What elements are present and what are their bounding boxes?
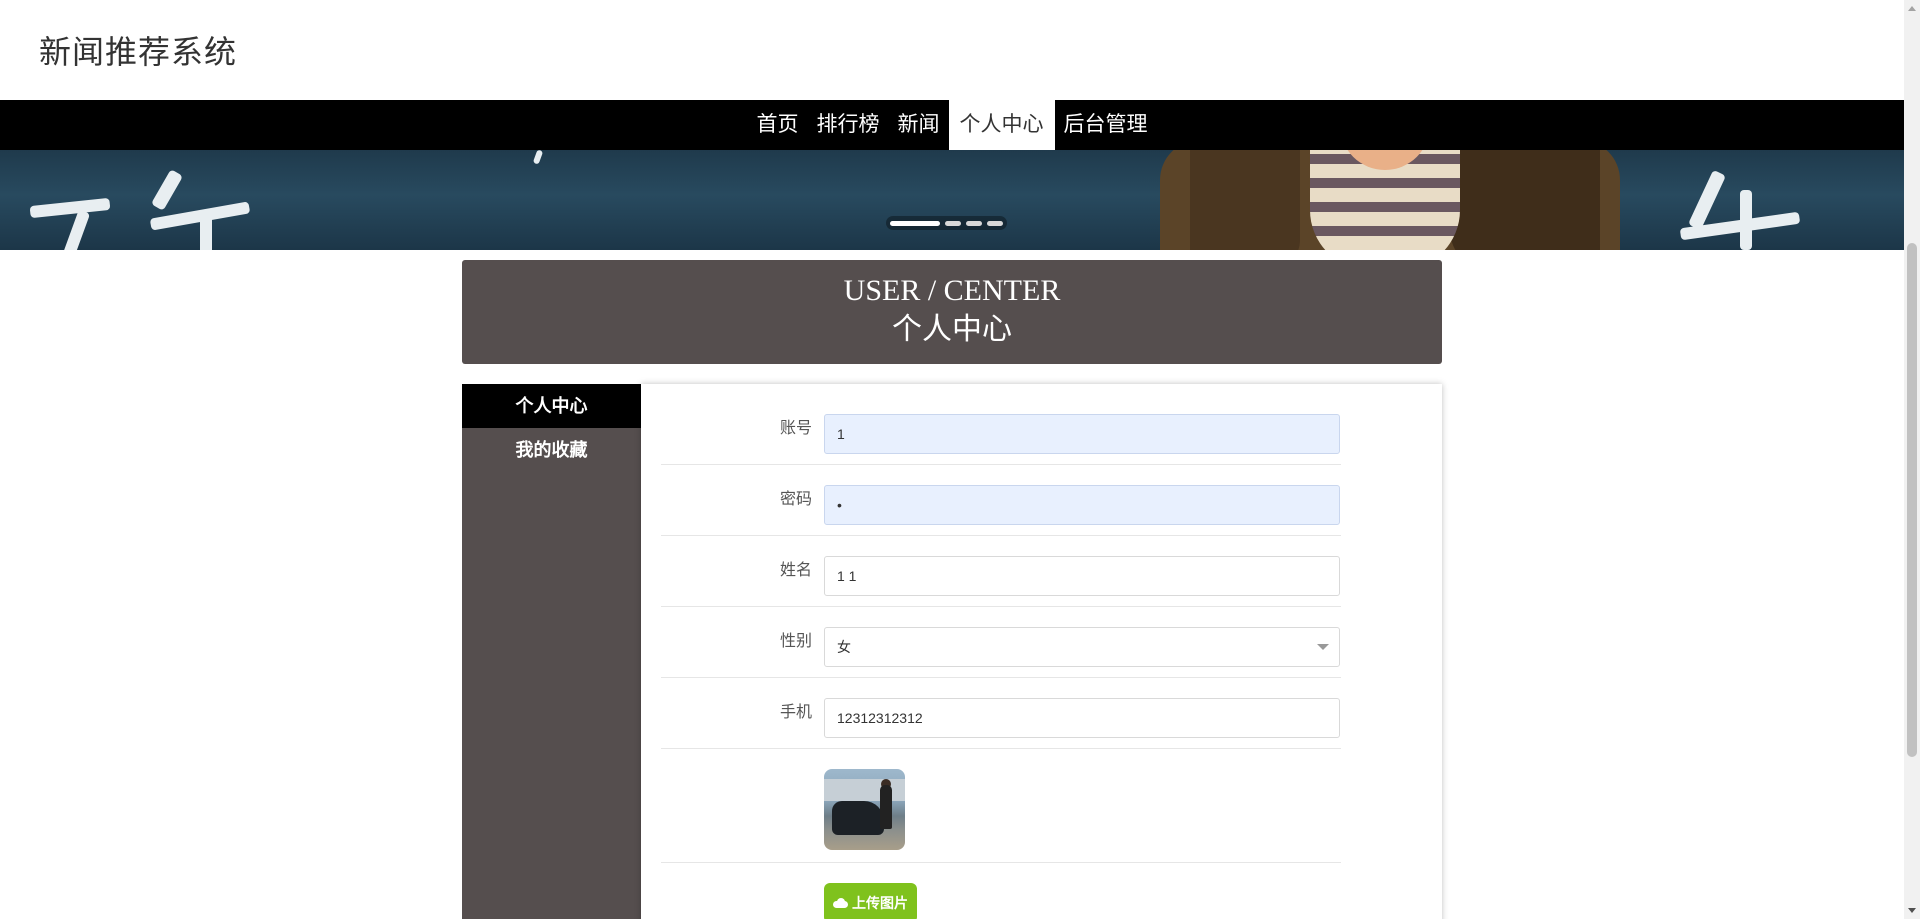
gender-selected-value: 女 [837,639,851,655]
gender-select[interactable]: 女 [824,627,1340,667]
name-label: 姓名 [779,562,812,579]
section-title-box: USER / CENTER 个人中心 [462,260,1442,364]
name-input[interactable]: 1 1 [824,556,1340,596]
nav-item-news[interactable]: 新闻 [889,100,949,150]
form-row-gender: 性别 女 [661,607,1341,678]
scrollbar-thumb[interactable] [1907,243,1917,757]
gender-label: 性别 [779,633,812,650]
user-sidebar: 个人中心 我的收藏 [462,384,641,919]
profile-form-panel: 账号 1 密码 • 姓名 1 1 性别 女 手机 12312312312 上传图… [641,384,1442,919]
form-row-avatar [661,749,1341,863]
nav-item-user-center[interactable]: 个人中心 [948,100,1055,150]
section-title-cn: 个人中心 [892,313,1012,346]
upload-image-button[interactable]: 上传图片 [824,883,917,919]
form-row-name: 姓名 1 1 [661,536,1341,607]
carousel-dot[interactable] [966,220,982,226]
nav-item-ranking[interactable]: 排行榜 [808,100,889,150]
carousel-dot[interactable] [987,220,1003,226]
password-input[interactable]: • [824,485,1340,525]
banner-carousel[interactable] [0,150,1904,250]
account-label: 账号 [779,420,812,437]
cloud-upload-icon [833,898,848,908]
phone-input[interactable]: 12312312312 [824,698,1340,738]
scroll-down-arrow-icon[interactable] [1908,908,1916,913]
carousel-dot[interactable] [945,220,961,226]
avatar-image [824,769,905,850]
carousel-indicators [886,216,1007,230]
nav-item-admin[interactable]: 后台管理 [1055,100,1157,150]
sidebar-item-favorites[interactable]: 我的收藏 [462,428,641,472]
page-scrollbar[interactable] [1904,0,1920,919]
page: 新闻推荐系统 首页 排行榜 新闻 个人中心 后台管理 USER / CENTER… [0,0,1904,919]
sidebar-item-user-center[interactable]: 个人中心 [462,384,641,428]
main-navbar: 首页 排行榜 新闻 个人中心 后台管理 [0,100,1904,150]
form-row-phone: 手机 12312312312 [661,678,1341,749]
phone-label: 手机 [779,704,812,721]
form-row-upload: 上传图片 [661,863,1341,919]
carousel-dot[interactable] [890,220,940,226]
form-row-account: 账号 1 [661,384,1341,465]
nav-item-home[interactable]: 首页 [748,100,808,150]
upload-button-label: 上传图片 [852,895,908,911]
password-label: 密码 [779,491,812,508]
account-input[interactable]: 1 [824,414,1340,454]
form-row-password: 密码 • [661,465,1341,536]
section-title-en: USER / CENTER [843,274,1061,307]
site-title: 新闻推荐系统 [39,34,238,70]
scroll-up-arrow-icon[interactable] [1908,6,1916,11]
chevron-down-icon [1317,644,1329,650]
